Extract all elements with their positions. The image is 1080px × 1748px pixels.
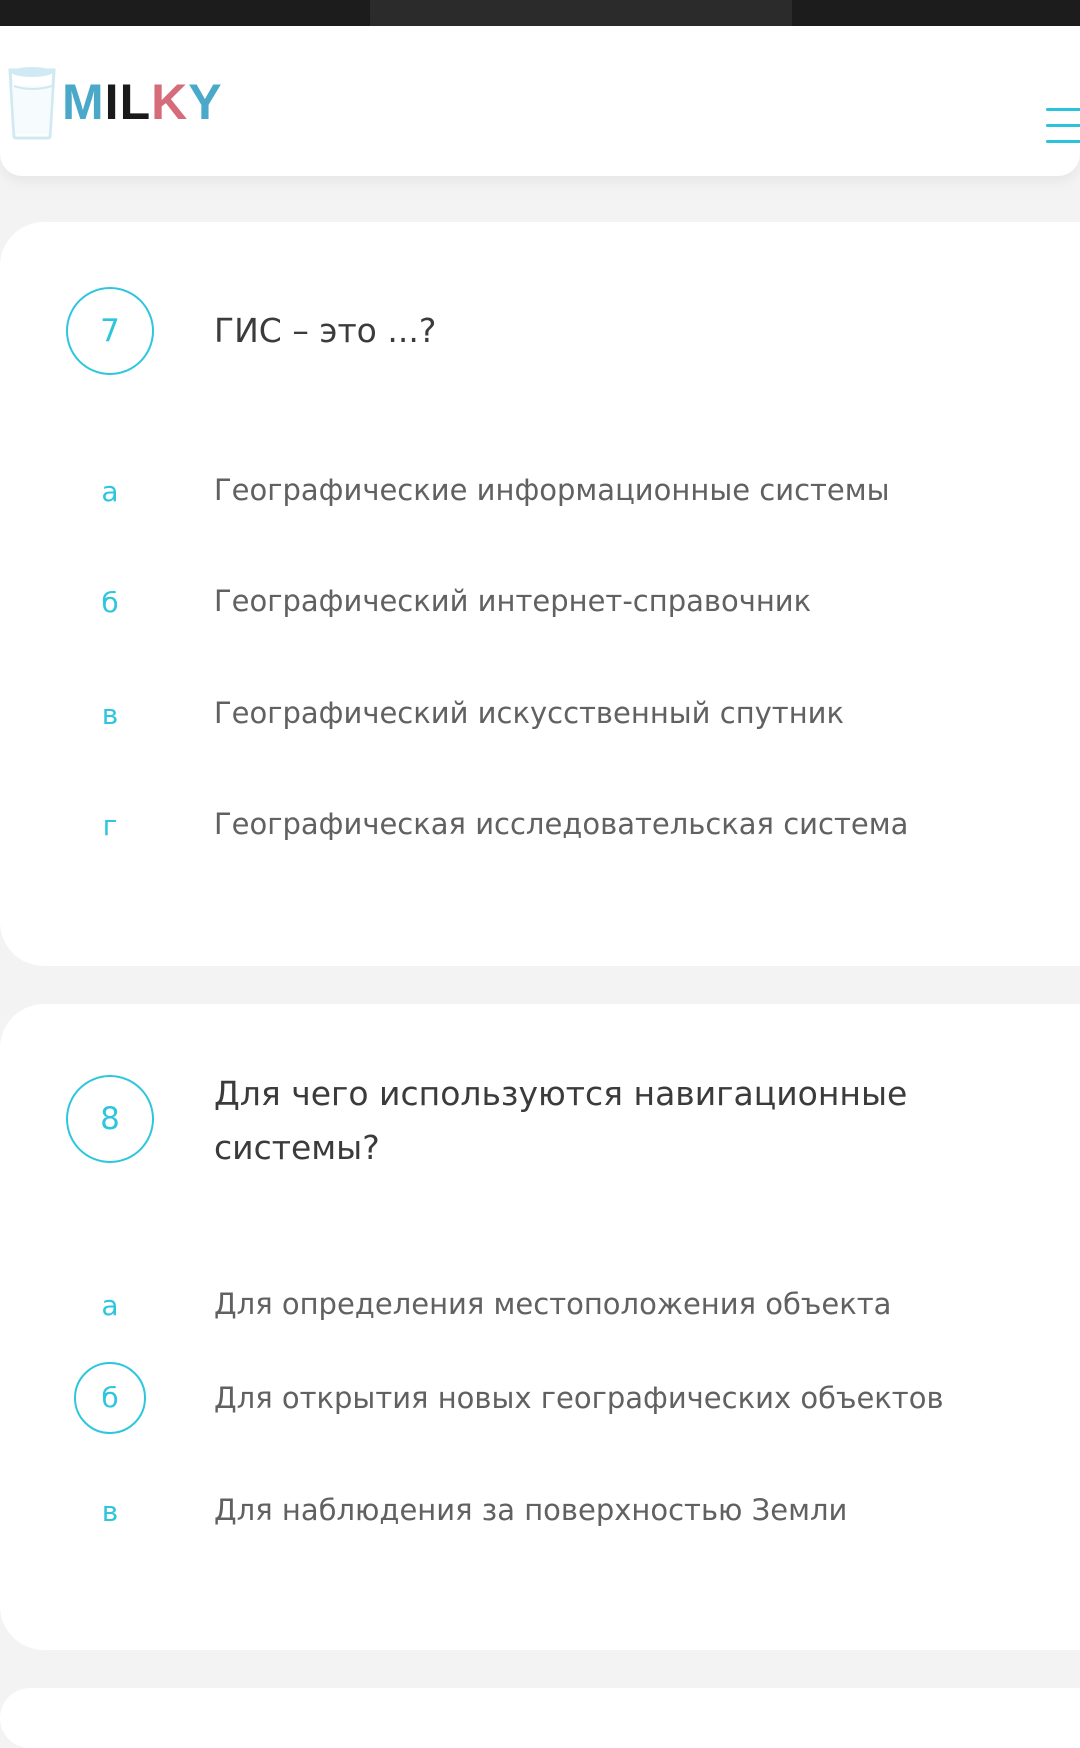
question-card-8: 8 Для чего используются навигационные си… — [0, 1004, 1080, 1650]
option-letter: а — [101, 1289, 119, 1322]
option-text: Географические информационные системы — [214, 473, 890, 507]
option-text: Для открытия новых географических объект… — [214, 1381, 944, 1415]
option-letter: в — [101, 1495, 119, 1528]
option-text: Географический интернет-справочник — [214, 584, 812, 618]
browser-tab[interactable] — [370, 0, 792, 26]
option-text: Для наблюдения за поверхностью Земли — [214, 1493, 848, 1527]
option-text: Для определения местоположения объекта — [214, 1287, 892, 1321]
option-letter: в — [101, 698, 119, 731]
question-card-7: 7 ГИС – это ...? а Географические информ… — [0, 222, 1080, 966]
question-number-badge: 7 — [66, 287, 154, 375]
option-letter: г — [102, 809, 118, 842]
logo-text: MILKY — [62, 74, 223, 130]
site-header: MILKY — [0, 26, 1080, 176]
hamburger-menu-icon[interactable] — [1046, 106, 1080, 146]
option-letter: а — [101, 475, 119, 508]
next-question-card — [0, 1688, 1080, 1748]
milky-logo[interactable]: MILKY — [6, 62, 223, 142]
question-text: ГИС – это ...? — [214, 311, 437, 350]
question-text: Для чего используются навигационные сист… — [214, 1074, 908, 1167]
browser-top-bar — [0, 0, 1080, 26]
question-number-badge: 8 — [66, 1075, 154, 1163]
milk-glass-icon — [6, 64, 58, 140]
option-text: Географическая исследовательская система — [214, 807, 909, 841]
option-text: Географический искусственный спутник — [214, 696, 845, 730]
option-letter: б — [101, 586, 119, 619]
option-letter-selected: б — [74, 1362, 146, 1434]
